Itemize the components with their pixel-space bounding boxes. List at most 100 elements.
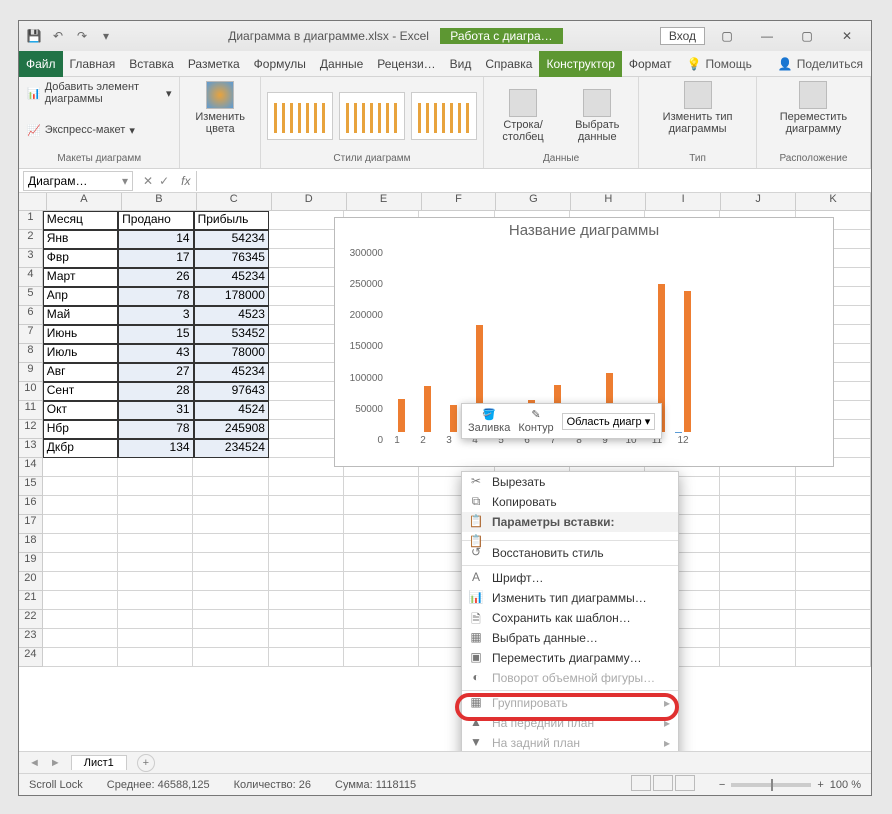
cell[interactable]: [269, 401, 344, 420]
ctx-paste-option-1[interactable]: 📋: [462, 532, 678, 538]
login-button[interactable]: Вход: [660, 27, 705, 45]
row-header[interactable]: 24: [19, 648, 43, 667]
cell[interactable]: [344, 591, 419, 610]
cell[interactable]: [43, 477, 118, 496]
change-colors-button[interactable]: Изменить цвета: [186, 79, 253, 137]
save-icon[interactable]: 💾: [25, 27, 43, 45]
cell[interactable]: [193, 458, 268, 477]
cell[interactable]: [118, 648, 193, 667]
cell[interactable]: [796, 515, 871, 534]
cell[interactable]: [720, 534, 795, 553]
cell[interactable]: Месяц: [43, 211, 118, 230]
select-all-corner[interactable]: [19, 193, 47, 211]
cell[interactable]: [193, 477, 268, 496]
cell[interactable]: 76345: [194, 249, 269, 268]
add-chart-element-button[interactable]: 📊 Добавить элемент диаграммы ▾: [25, 79, 173, 107]
cell[interactable]: [796, 591, 871, 610]
cell[interactable]: [118, 629, 193, 648]
cell[interactable]: [796, 496, 871, 515]
enter-formula-icon[interactable]: ✓: [159, 174, 169, 188]
scroll-last-icon[interactable]: ►: [50, 757, 61, 769]
row-header[interactable]: 6: [19, 306, 43, 325]
col-header[interactable]: G: [496, 193, 571, 210]
cell[interactable]: [344, 496, 419, 515]
cell[interactable]: [720, 591, 795, 610]
cell[interactable]: [118, 515, 193, 534]
cell[interactable]: 26: [118, 268, 193, 287]
cell[interactable]: Сент: [43, 382, 118, 401]
formula-input[interactable]: [196, 171, 871, 191]
cell[interactable]: [269, 553, 344, 572]
cell[interactable]: 45234: [194, 268, 269, 287]
cell[interactable]: [269, 420, 344, 439]
tab-design[interactable]: Конструктор: [539, 51, 621, 77]
cell[interactable]: Авг: [43, 363, 118, 382]
row-header[interactable]: 3: [19, 249, 43, 268]
scroll-first-icon[interactable]: ◄: [29, 757, 40, 769]
cell[interactable]: [193, 610, 268, 629]
cell[interactable]: [344, 515, 419, 534]
cell[interactable]: [269, 439, 344, 458]
cell[interactable]: [193, 648, 268, 667]
cell[interactable]: [118, 477, 193, 496]
cell[interactable]: [269, 477, 344, 496]
row-header[interactable]: 5: [19, 287, 43, 306]
tab-formulas[interactable]: Формулы: [247, 51, 313, 77]
cell[interactable]: [720, 629, 795, 648]
row-header[interactable]: 10: [19, 382, 43, 401]
cell[interactable]: Нбр: [43, 420, 118, 439]
worksheet[interactable]: ABCDEFGHIJK 1МесяцПроданоПрибыль2Янв1454…: [19, 193, 871, 751]
cell[interactable]: [118, 572, 193, 591]
cell[interactable]: [344, 648, 419, 667]
cell[interactable]: 53452: [194, 325, 269, 344]
cell[interactable]: [269, 211, 344, 230]
cell[interactable]: 134: [118, 439, 193, 458]
cell[interactable]: 78000: [194, 344, 269, 363]
cell[interactable]: [193, 534, 268, 553]
close-icon[interactable]: ✕: [829, 24, 865, 48]
chart-style-3[interactable]: [411, 92, 477, 140]
cell[interactable]: [344, 629, 419, 648]
cell[interactable]: 28: [118, 382, 193, 401]
cell[interactable]: 4524: [194, 401, 269, 420]
col-header[interactable]: D: [272, 193, 347, 210]
cell[interactable]: Апр: [43, 287, 118, 306]
ctx-move-chart[interactable]: ▣Переместить диаграмму…: [462, 648, 678, 668]
row-header[interactable]: 12: [19, 420, 43, 439]
cell[interactable]: [269, 572, 344, 591]
col-header[interactable]: I: [646, 193, 721, 210]
cell[interactable]: 31: [118, 401, 193, 420]
cell[interactable]: [344, 477, 419, 496]
fx-icon[interactable]: fx: [175, 174, 196, 188]
cell[interactable]: [269, 610, 344, 629]
tab-review[interactable]: Рецензи…: [370, 51, 442, 77]
cell[interactable]: [344, 534, 419, 553]
cell[interactable]: 17: [118, 249, 193, 268]
cell[interactable]: [796, 553, 871, 572]
ctx-save-template[interactable]: 🗎Сохранить как шаблон…: [462, 608, 678, 628]
cell[interactable]: [43, 629, 118, 648]
zoom-level[interactable]: 100 %: [830, 779, 861, 791]
cell[interactable]: [269, 648, 344, 667]
cell[interactable]: [269, 591, 344, 610]
column-headers[interactable]: ABCDEFGHIJK: [47, 193, 871, 211]
cell[interactable]: [344, 572, 419, 591]
cell[interactable]: [796, 534, 871, 553]
cell[interactable]: [193, 629, 268, 648]
row-header[interactable]: 23: [19, 629, 43, 648]
cell[interactable]: 14: [118, 230, 193, 249]
cell[interactable]: [118, 553, 193, 572]
row-header[interactable]: 4: [19, 268, 43, 287]
chart-title[interactable]: Название диаграммы: [335, 218, 833, 243]
cell[interactable]: [193, 572, 268, 591]
col-header[interactable]: C: [197, 193, 272, 210]
outline-button[interactable]: ✎Контур: [518, 408, 553, 434]
row-header[interactable]: 18: [19, 534, 43, 553]
cell[interactable]: [720, 572, 795, 591]
tab-layout[interactable]: Разметка: [181, 51, 247, 77]
cell[interactable]: [720, 648, 795, 667]
cell[interactable]: [43, 591, 118, 610]
cell[interactable]: [796, 629, 871, 648]
row-header[interactable]: 14: [19, 458, 43, 477]
ctx-change-type[interactable]: 📊Изменить тип диаграммы…: [462, 588, 678, 608]
